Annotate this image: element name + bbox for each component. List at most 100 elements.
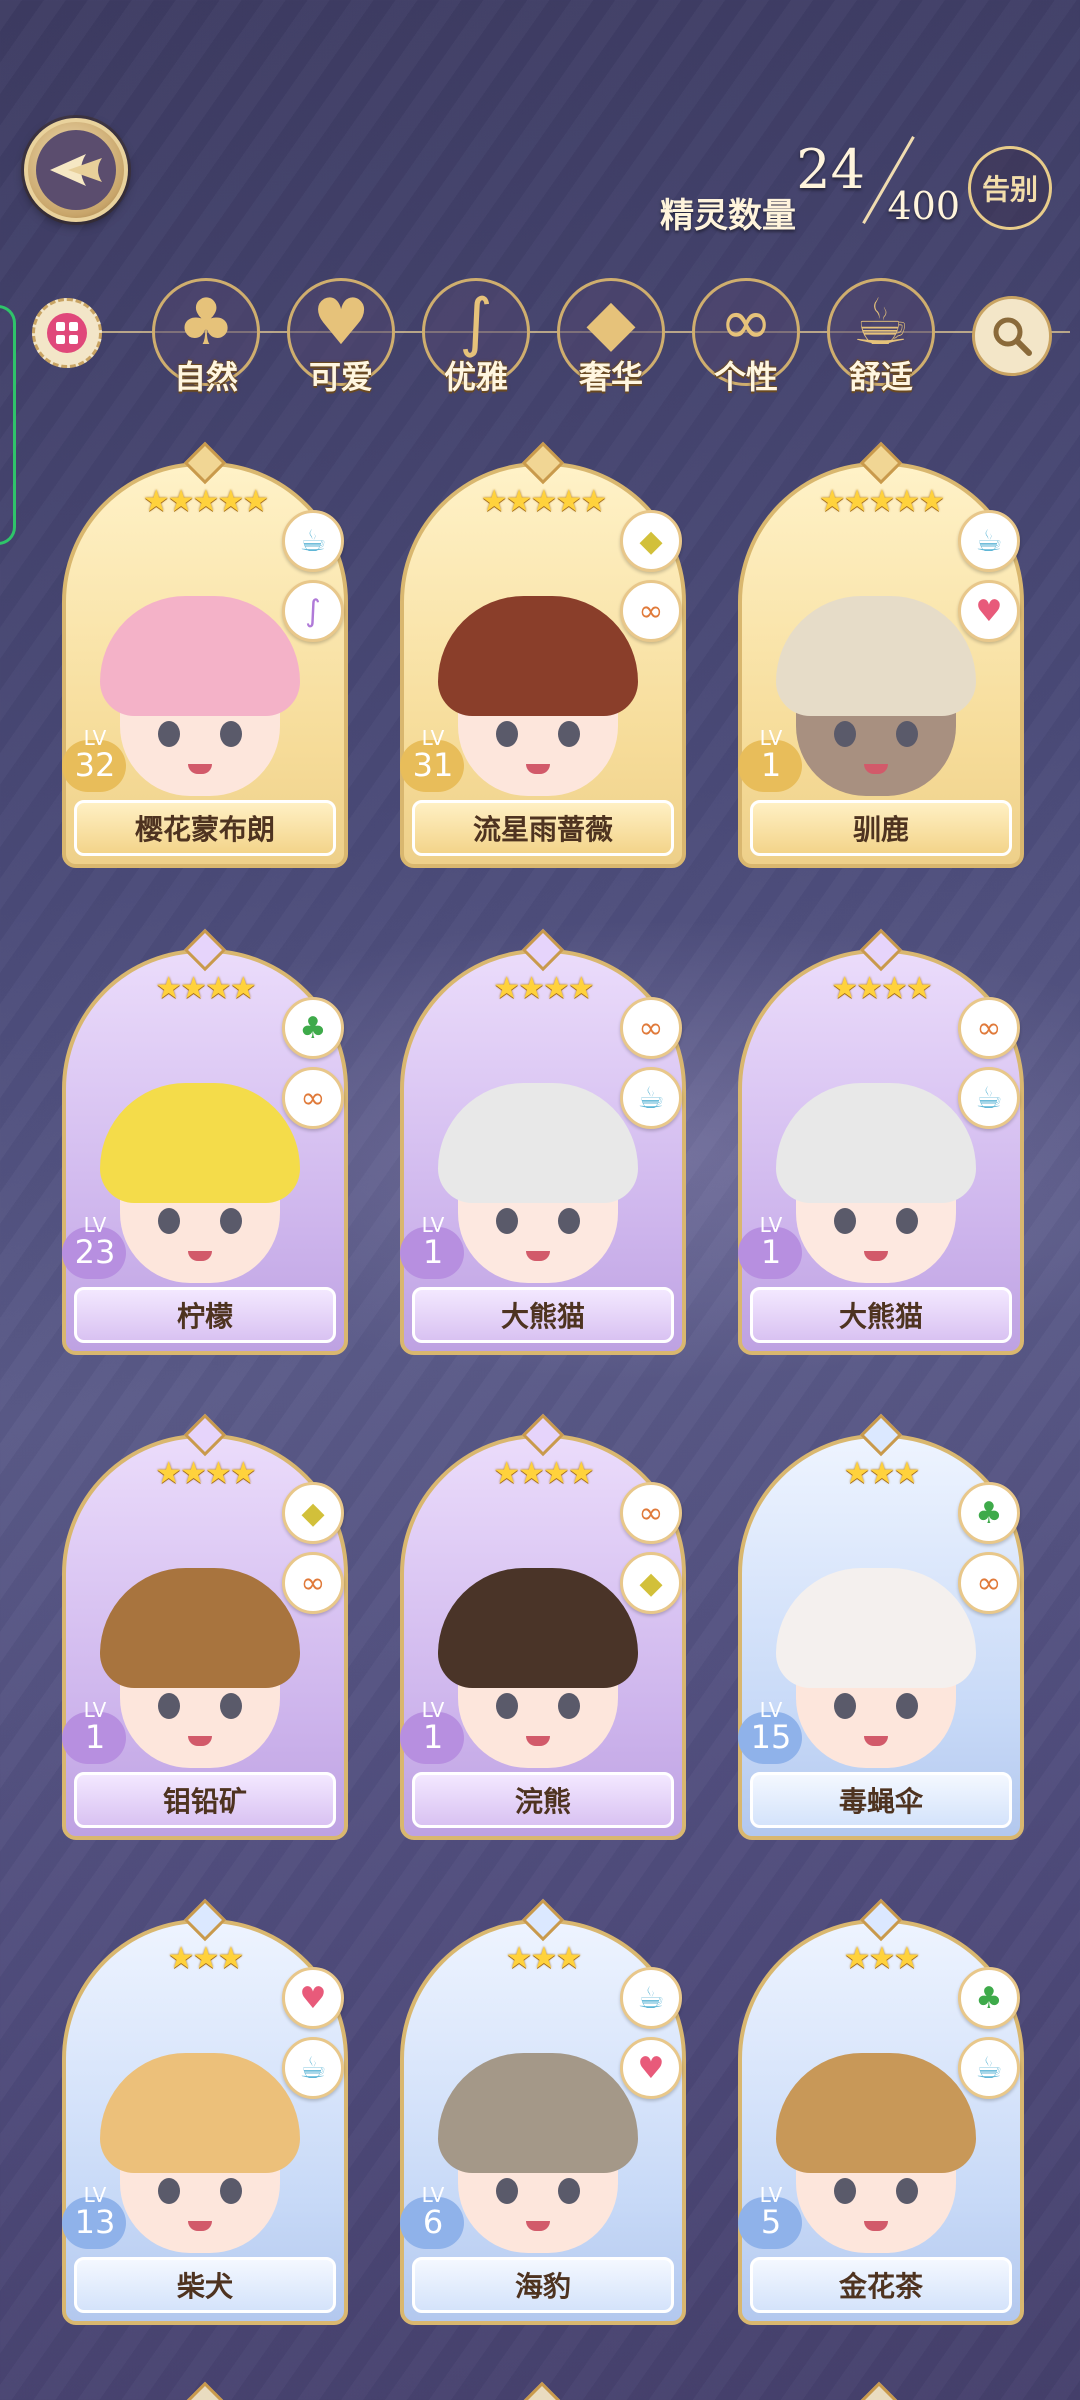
sprite-card[interactable]: 毒蝇伞 ★★★ ♣ ∞ LV 15 (738, 1413, 1024, 1840)
sprite-count-current: 24 (796, 138, 865, 201)
level-tag: LV (421, 2183, 445, 2207)
teacup-icon: ☕ (620, 1067, 682, 1129)
sprite-card[interactable]: 柴犬 ★★★ ♥ ☕ LV 13 (62, 1898, 348, 2325)
sprite-card[interactable]: 流星雨蔷薇 ★★★★★ ◆ ∞ LV 31 (400, 441, 686, 868)
filter-label: 奢华 (578, 358, 643, 396)
filter-glasses[interactable]: ∞ 个性 (690, 278, 802, 398)
diamond-icon: ◆ (620, 510, 682, 572)
diamond-icon: ◆ (586, 286, 636, 360)
search-icon (993, 317, 1032, 356)
filter-diamond[interactable]: ◆ 奢华 (555, 278, 667, 398)
glasses-icon: ∞ (620, 1482, 682, 1544)
level-badge: LV 6 (396, 2183, 470, 2257)
level-value: 1 (760, 746, 782, 784)
diamond-icon: ◆ (620, 1552, 682, 1614)
teacup-icon: ☕ (958, 2037, 1020, 2099)
grid-icon (47, 313, 87, 353)
heart-icon: ♥ (312, 286, 370, 360)
swan-icon: ∫ (282, 580, 344, 642)
teacup-icon: ☕ (620, 1967, 682, 2029)
swan-icon: ∫ (459, 286, 493, 360)
level-badge: LV 15 (734, 1698, 808, 1772)
sprite-name: 樱花蒙布朗 (74, 800, 336, 856)
side-drawer-tab[interactable] (0, 305, 16, 545)
sprite-card[interactable]: 海豹 ★★★ ☕ ♥ LV 6 (400, 1898, 686, 2325)
glasses-icon: ∞ (958, 1552, 1020, 1614)
next-row-card-gem (520, 2381, 564, 2400)
sprite-name: 柠檬 (74, 1287, 336, 1343)
heart-icon: ♥ (282, 1967, 344, 2029)
search-button[interactable] (972, 296, 1052, 376)
farewell-button[interactable]: 告别 (968, 146, 1052, 230)
diamond-icon: ◆ (282, 1482, 344, 1544)
glasses-icon: ∞ (282, 1552, 344, 1614)
filter-label: 自然 (173, 358, 238, 396)
sprite-card[interactable]: 钼铅矿 ★★★★ ◆ ∞ LV 1 (62, 1413, 348, 1840)
sprite-count: 精灵数量 24 400 (660, 130, 960, 240)
sprite-name: 钼铅矿 (74, 1772, 336, 1828)
filter-heart[interactable]: ♥ 可爱 (285, 278, 397, 398)
teacup-icon: ☕ (958, 510, 1020, 572)
level-value: 13 (74, 2203, 116, 2241)
glasses-icon: ∞ (719, 286, 773, 360)
sprite-card[interactable]: 大熊猫 ★★★★ ∞ ☕ LV 1 (738, 928, 1024, 1355)
filter-teacup[interactable]: ☕ 舒适 (825, 278, 937, 398)
clover-icon: ♣ (282, 997, 344, 1059)
clover-icon: ♣ (958, 1482, 1020, 1544)
sprite-name: 柴犬 (74, 2257, 336, 2313)
sprite-card[interactable]: 金花茶 ★★★ ♣ ☕ LV 5 (738, 1898, 1024, 2325)
back-button[interactable] (24, 118, 128, 222)
clover-icon: ♣ (177, 286, 235, 360)
back-arrow-icon (36, 130, 116, 210)
teacup-icon: ☕ (282, 510, 344, 572)
level-tag: LV (759, 1698, 783, 1722)
teacup-icon: ☕ (958, 1067, 1020, 1129)
level-value: 1 (760, 1233, 782, 1271)
level-value: 1 (422, 1233, 444, 1271)
sprite-card[interactable]: 柠檬 ★★★★ ♣ ∞ LV 23 (62, 928, 348, 1355)
sprite-card[interactable]: 浣熊 ★★★★ ∞ ◆ LV 1 (400, 1413, 686, 1840)
level-value: 15 (750, 1718, 792, 1756)
level-badge: LV 31 (396, 726, 470, 800)
filter-label: 舒适 (848, 358, 913, 396)
filter-swan[interactable]: ∫ 优雅 (420, 278, 532, 398)
level-tag: LV (421, 1213, 445, 1237)
glasses-icon: ∞ (958, 997, 1020, 1059)
level-tag: LV (83, 1698, 107, 1722)
heart-icon: ♥ (958, 580, 1020, 642)
filter-label: 可爱 (308, 358, 373, 396)
level-value: 23 (74, 1233, 116, 1271)
filter-clover[interactable]: ♣ 自然 (150, 278, 262, 398)
level-value: 1 (84, 1718, 106, 1756)
sprite-name: 流星雨蔷薇 (412, 800, 674, 856)
level-badge: LV 1 (396, 1698, 470, 1772)
sprite-name: 大熊猫 (412, 1287, 674, 1343)
sprite-name: 毒蝇伞 (750, 1772, 1012, 1828)
filter-all-button[interactable] (32, 298, 102, 368)
teacup-icon: ☕ (282, 2037, 344, 2099)
sprite-card[interactable]: 大熊猫 ★★★★ ∞ ☕ LV 1 (400, 928, 686, 1355)
glasses-icon: ∞ (620, 997, 682, 1059)
level-badge: LV 1 (734, 1213, 808, 1287)
glasses-icon: ∞ (620, 580, 682, 642)
filter-label: 个性 (713, 358, 778, 396)
level-badge: LV 13 (58, 2183, 132, 2257)
level-tag: LV (83, 2183, 107, 2207)
level-tag: LV (83, 1213, 107, 1237)
sprite-name: 浣熊 (412, 1772, 674, 1828)
level-value: 1 (422, 1718, 444, 1756)
level-value: 32 (74, 746, 116, 784)
level-tag: LV (759, 2183, 783, 2207)
level-tag: LV (421, 1698, 445, 1722)
sprite-card[interactable]: 驯鹿 ★★★★★ ☕ ♥ LV 1 (738, 441, 1024, 868)
sprite-name: 金花茶 (750, 2257, 1012, 2313)
sprite-name: 海豹 (412, 2257, 674, 2313)
sprite-count-max: 400 (887, 184, 960, 228)
level-value: 6 (422, 2203, 444, 2241)
level-badge: LV 23 (58, 1213, 132, 1287)
level-tag: LV (759, 726, 783, 750)
sprite-card[interactable]: 樱花蒙布朗 ★★★★★ ☕ ∫ LV 32 (62, 441, 348, 868)
filter-label: 优雅 (443, 358, 508, 396)
sprite-name: 驯鹿 (750, 800, 1012, 856)
next-row-card-gem (183, 2381, 227, 2400)
